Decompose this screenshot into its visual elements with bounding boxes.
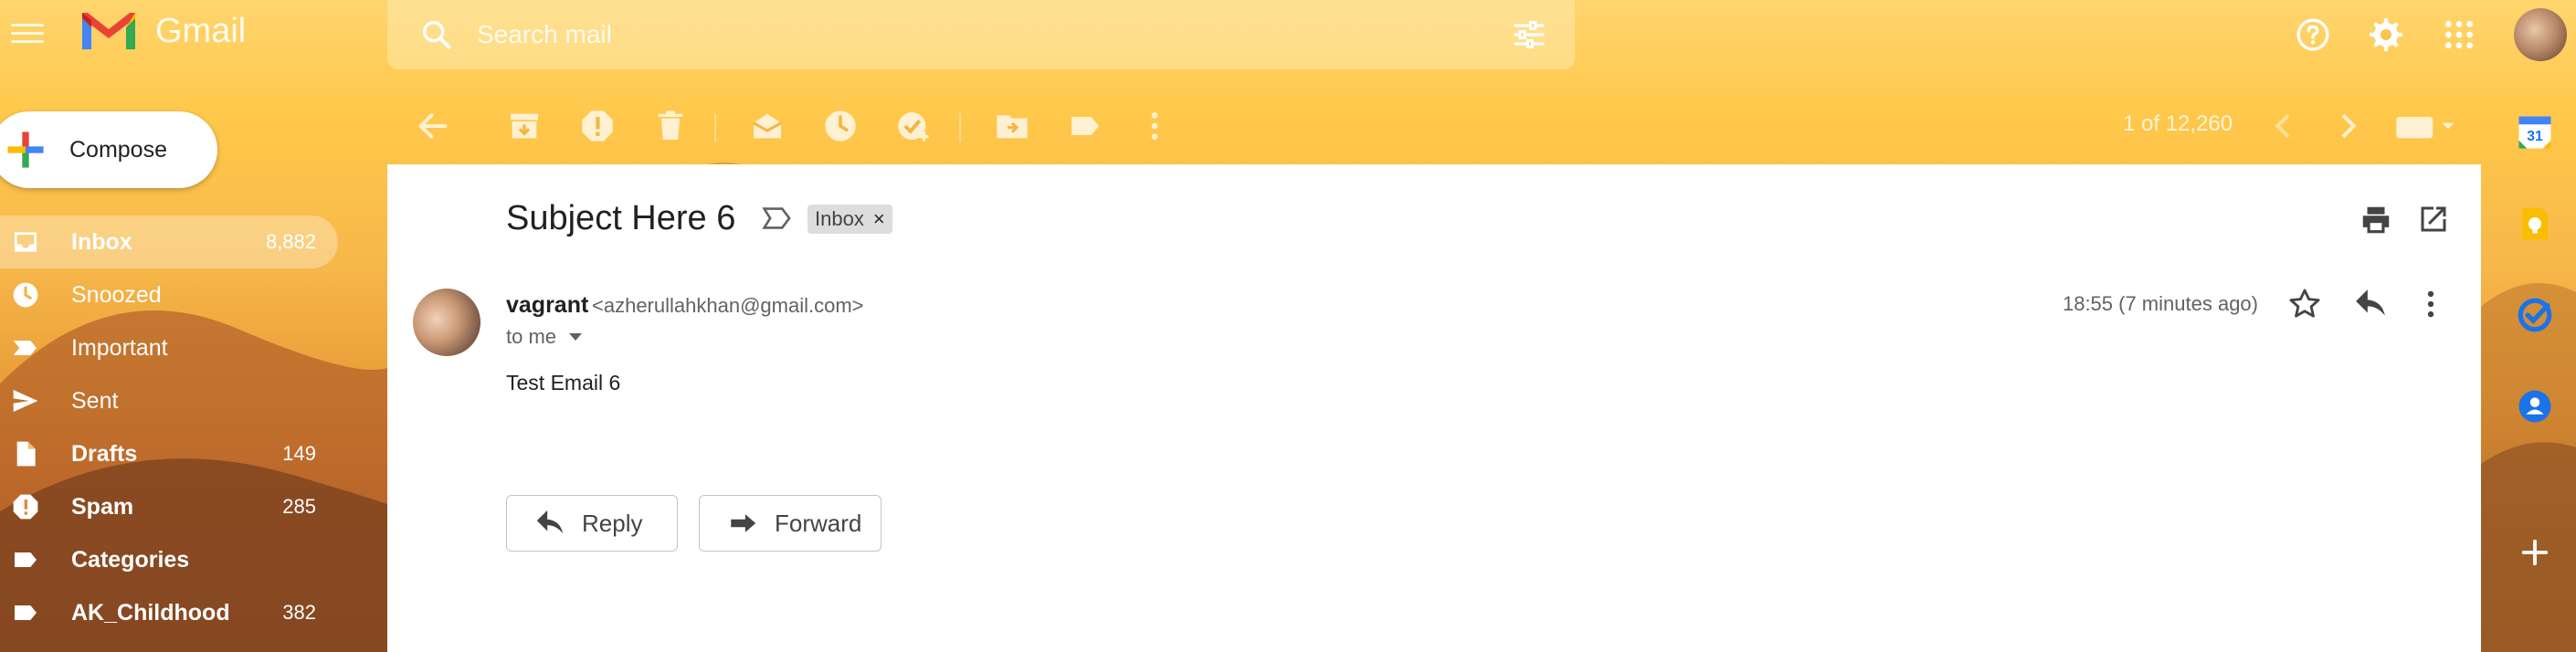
snooze-clock-icon[interactable] [822,108,859,144]
email-timestamp: 18:55 (7 minutes ago) [2062,292,2258,315]
sender-name[interactable]: vagrant [506,292,588,319]
unread-count: 382 [282,601,316,624]
gmail-logo[interactable]: Gmail [79,9,246,53]
google-keep-icon[interactable] [2516,205,2554,243]
mark-unread-icon[interactable] [749,108,786,144]
draft-document-icon [16,441,36,467]
next-page-icon[interactable] [2329,108,2366,144]
google-tasks-icon[interactable] [2516,296,2554,334]
send-icon [13,390,38,412]
label-chip-text: Inbox [815,207,864,230]
sidebar-item-categories[interactable]: Categories [0,533,338,586]
reply-arrow-icon[interactable] [2353,287,2388,321]
unread-count: 285 [282,495,316,518]
add-to-tasks-icon[interactable] [895,108,932,144]
search-input[interactable] [475,19,1483,50]
open-in-new-window-icon[interactable] [2417,203,2450,236]
label-tag-icon [15,552,37,567]
label-icon[interactable] [1067,108,1103,144]
recipient-line: to me [506,325,583,349]
sidebar-item-label: Categories [71,546,190,573]
sender-avatar[interactable] [413,289,480,356]
show-details-caret-icon[interactable] [569,333,583,341]
message-panel: Subject Here 6 Inbox × vagrant <azherull… [387,164,2481,652]
search-options-icon[interactable] [1511,16,1547,53]
print-icon[interactable] [2359,203,2393,237]
inbox-label-chip: Inbox × [808,205,892,234]
add-addon-plus-icon[interactable] [2516,533,2554,572]
sidebar-item-snoozed[interactable]: Snoozed [0,268,338,321]
sidebar-item-label: Drafts [71,440,138,467]
forward-button[interactable]: Forward [699,495,882,552]
google-contacts-icon[interactable] [2516,387,2554,426]
sidebar-item-label: Sent [71,387,119,414]
compose-label: Compose [69,136,167,163]
remove-label-button[interactable]: × [873,207,885,231]
app-name: Gmail [155,11,247,50]
reply-button-label: Reply [582,509,643,537]
main-menu-button[interactable] [11,18,44,47]
sidebar-item-label: Spam [71,493,134,520]
pagination-count: 1 of 12,260 [2123,111,2233,136]
sidebar-nav: Inbox 8,882 Snoozed Important Sent Draft… [0,216,338,639]
sidebar-item-drafts[interactable]: Drafts 149 [0,427,338,480]
settings-gear-icon[interactable] [2368,16,2404,53]
message-toolbar: 1 of 12,260 [387,100,2479,153]
move-to-folder-icon[interactable] [994,108,1030,144]
sidebar-item-label: AK_Childhood [71,599,230,626]
spam-alert-icon [13,494,38,520]
archive-icon[interactable] [506,108,543,144]
sidebar-item-sent[interactable]: Sent [0,374,338,427]
sidebar-item-important[interactable]: Important [0,321,338,374]
back-arrow-icon[interactable] [415,108,451,144]
sidebar-item-label: Snoozed [71,281,162,308]
sidebar-item-ak-childhood[interactable]: AK_Childhood 382 [0,586,338,639]
sidebar-item-label: Important [71,334,168,361]
compose-button[interactable]: Compose [0,111,217,188]
forward-arrow-icon [731,514,756,532]
reply-arrow-icon [536,510,564,534]
email-body: Test Email 6 [506,371,621,394]
importance-marker-icon[interactable] [762,205,793,232]
unread-count: 8,882 [265,230,316,253]
sidebar-item-inbox[interactable]: Inbox 8,882 [0,216,338,268]
inbox-icon [15,232,37,252]
clock-icon [13,282,38,308]
compose-plus-icon [7,131,44,168]
more-options-icon[interactable] [1136,108,1173,144]
recipient-text: to me [506,325,557,348]
toolbar-divider [714,113,716,142]
sidebar-item-spam[interactable]: Spam 285 [0,480,338,533]
sender-email: <azherullahkhan@gmail.com> [592,294,864,317]
reply-button[interactable]: Reply [506,495,678,552]
star-icon[interactable] [2287,287,2322,321]
forward-button-label: Forward [775,509,862,537]
report-spam-icon[interactable] [579,108,616,144]
account-avatar[interactable] [2514,8,2567,61]
email-subject: Subject Here 6 [506,199,736,237]
toolbar-divider [959,113,961,142]
gmail-m-icon [82,13,135,49]
svg-text:31: 31 [2527,129,2543,144]
unread-count: 149 [282,442,316,465]
input-tools-keyboard-icon[interactable] [2393,108,2457,144]
side-addons-panel: 31 [2496,91,2576,652]
search-bar [387,0,1575,69]
help-icon[interactable] [2295,16,2331,53]
delete-trash-icon[interactable] [652,108,689,144]
more-vertical-icon[interactable] [2413,287,2448,321]
apps-grid-icon[interactable] [2441,16,2477,53]
important-marker-icon [13,341,37,355]
google-calendar-icon[interactable]: 31 [2516,113,2554,152]
previous-page-icon[interactable] [2265,108,2302,144]
search-icon[interactable] [418,16,455,53]
sidebar-item-label: Inbox [71,228,132,255]
header-actions [2295,0,2576,69]
label-tag-icon [15,605,37,620]
